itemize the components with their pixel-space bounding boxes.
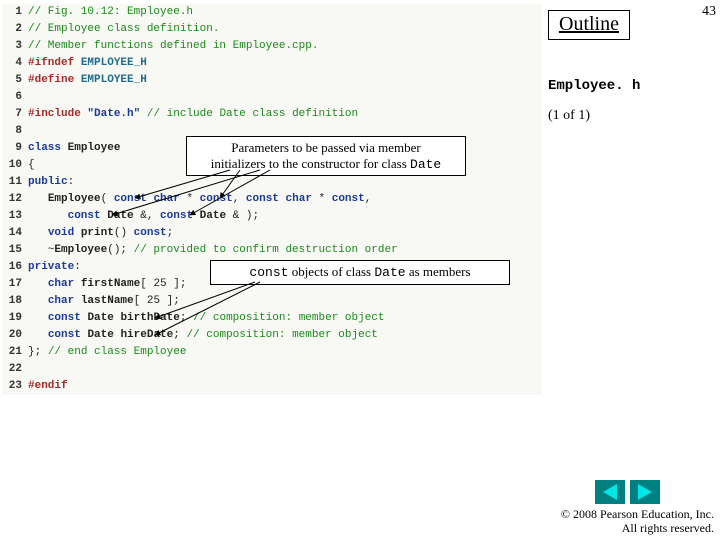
code-line: 11public: <box>2 174 542 191</box>
code-line: 14 void print() const; <box>2 225 542 242</box>
line-number: 11 <box>2 174 28 191</box>
line-number: 6 <box>2 89 28 106</box>
callout-parameters: Parameters to be passed via memberinitia… <box>186 136 466 176</box>
code-text: char lastName[ 25 ]; <box>28 293 180 310</box>
line-number: 4 <box>2 55 28 72</box>
code-line: 1// Fig. 10.12: Employee.h <box>2 4 542 21</box>
code-listing: 1// Fig. 10.12: Employee.h2// Employee c… <box>2 4 542 395</box>
code-text: ~Employee(); // provided to confirm dest… <box>28 242 398 259</box>
code-text: #endif <box>28 378 68 395</box>
code-text: }; // end class Employee <box>28 344 186 361</box>
line-number: 23 <box>2 378 28 395</box>
code-line: 3// Member functions defined in Employee… <box>2 38 542 55</box>
line-number: 12 <box>2 191 28 208</box>
line-number: 1 <box>2 4 28 21</box>
line-number: 13 <box>2 208 28 225</box>
code-text: class Employee <box>28 140 120 157</box>
code-text: private: <box>28 259 81 276</box>
code-text: char firstName[ 25 ]; <box>28 276 186 293</box>
code-text: const Date &, const Date & ); <box>28 208 259 225</box>
code-line: 15 ~Employee(); // provided to confirm d… <box>2 242 542 259</box>
line-number: 22 <box>2 361 28 378</box>
line-number: 8 <box>2 123 28 140</box>
code-line: 12 Employee( const char * const, const c… <box>2 191 542 208</box>
code-text: void print() const; <box>28 225 173 242</box>
line-number: 3 <box>2 38 28 55</box>
line-number: 5 <box>2 72 28 89</box>
source-filename: Employee. h <box>548 78 640 94</box>
code-line: 5#define EMPLOYEE_H <box>2 72 542 89</box>
line-number: 10 <box>2 157 28 174</box>
code-text: Employee( const char * const, const char… <box>28 191 371 208</box>
code-text: // Employee class definition. <box>28 21 219 38</box>
callout-const-members: const objects of class Date as members <box>210 260 510 285</box>
line-number: 20 <box>2 327 28 344</box>
code-line: 20 const Date hireDate; // composition: … <box>2 327 542 344</box>
code-line: 21}; // end class Employee <box>2 344 542 361</box>
copyright-text: © 2008 Pearson Education, Inc. All right… <box>554 508 714 536</box>
code-line: 23#endif <box>2 378 542 395</box>
line-number: 21 <box>2 344 28 361</box>
next-button[interactable] <box>630 480 660 504</box>
code-text: // Fig. 10.12: Employee.h <box>28 4 193 21</box>
line-number: 7 <box>2 106 28 123</box>
code-line: 22 <box>2 361 542 378</box>
code-text: #define EMPLOYEE_H <box>28 72 147 89</box>
code-line: 19 const Date birthDate; // composition:… <box>2 310 542 327</box>
line-number: 9 <box>2 140 28 157</box>
page-count: (1 of 1) <box>548 108 590 124</box>
line-number: 14 <box>2 225 28 242</box>
code-line: 18 char lastName[ 25 ]; <box>2 293 542 310</box>
code-text: const Date hireDate; // composition: mem… <box>28 327 378 344</box>
line-number: 2 <box>2 21 28 38</box>
slide-number: 43 <box>702 4 716 20</box>
code-line: 2// Employee class definition. <box>2 21 542 38</box>
code-line: 7#include "Date.h" // include Date class… <box>2 106 542 123</box>
code-line: 6 <box>2 89 542 106</box>
code-text: public: <box>28 174 74 191</box>
code-text: #include "Date.h" // include Date class … <box>28 106 358 123</box>
code-text: const Date birthDate; // composition: me… <box>28 310 385 327</box>
line-number: 16 <box>2 259 28 276</box>
line-number: 15 <box>2 242 28 259</box>
line-number: 19 <box>2 310 28 327</box>
line-number: 18 <box>2 293 28 310</box>
outline-heading: Outline <box>548 10 630 40</box>
prev-button[interactable] <box>595 480 625 504</box>
line-number: 17 <box>2 276 28 293</box>
code-line: 4#ifndef EMPLOYEE_H <box>2 55 542 72</box>
code-text: #ifndef EMPLOYEE_H <box>28 55 147 72</box>
code-line: 13 const Date &, const Date & ); <box>2 208 542 225</box>
code-text: // Member functions defined in Employee.… <box>28 38 318 55</box>
code-text: { <box>28 157 35 174</box>
